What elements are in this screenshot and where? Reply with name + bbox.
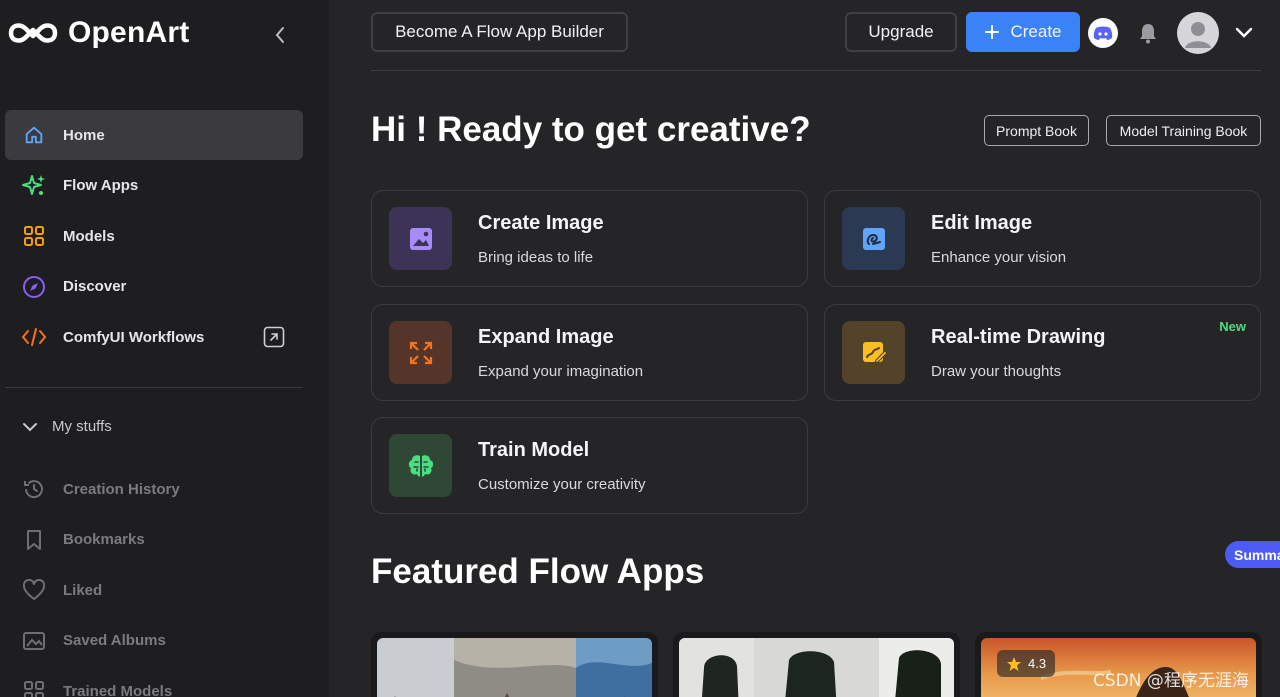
external-link-icon[interactable]: [263, 326, 285, 348]
sidebar-item-label: Liked: [63, 581, 103, 599]
header-divider: [371, 70, 1261, 71]
featured-app-card-chairs[interactable]: [673, 632, 960, 697]
user-avatar[interactable]: [1177, 12, 1219, 54]
plus-icon: [985, 25, 1000, 39]
sidebar-item-label: Flow Apps: [63, 177, 139, 194]
drawing-icon: [842, 321, 905, 384]
my-stuffs-toggle[interactable]: My stuffs: [22, 418, 112, 435]
card-description: Expand your imagination: [478, 363, 644, 380]
history-icon: [21, 476, 47, 502]
create-button[interactable]: Create: [966, 12, 1080, 52]
featured-app-card-houses[interactable]: [371, 632, 658, 697]
chevron-down-icon: [1235, 27, 1253, 38]
card-title: Real-time Drawing: [931, 326, 1106, 348]
watermark: CSDN @程序无涯海: [1093, 671, 1249, 691]
card-title: Edit Image: [931, 212, 1033, 234]
sidebar-item-label: ComfyUI Workflows: [63, 328, 205, 346]
chevron-down-icon: [23, 422, 37, 431]
sidebar-item-flow-apps[interactable]: Flow Apps: [5, 161, 303, 211]
page-title: Hi ! Ready to get creative?: [371, 110, 811, 149]
star-icon: [1007, 656, 1021, 671]
become-builder-button[interactable]: Become A Flow App Builder: [371, 12, 628, 52]
heart-icon: [21, 577, 47, 603]
sidebar-item-saved-albums[interactable]: Saved Albums: [5, 616, 303, 667]
bell-icon: [1140, 24, 1156, 44]
image-icon: [389, 207, 452, 270]
code-icon: [21, 324, 47, 350]
edit-image-icon: [842, 207, 905, 270]
sidebar-nav: Home Flow Apps Models Discover ComfyUI W…: [5, 110, 303, 363]
sidebar-item-comfyui-workflows[interactable]: ComfyUI Workflows: [5, 312, 303, 362]
card-description: Bring ideas to life: [478, 249, 594, 266]
card-title: Expand Image: [478, 326, 614, 348]
sidebar-item-label: Discover: [63, 278, 127, 295]
rating-value: 4.3: [1028, 656, 1047, 671]
sidebar-item-discover[interactable]: Discover: [5, 262, 303, 312]
my-stuffs-list: Creation History Bookmarks Liked Saved A…: [5, 464, 303, 697]
card-create-image[interactable]: Create Image Bring ideas to life: [371, 190, 808, 287]
prompt-book-button[interactable]: Prompt Book: [984, 115, 1089, 146]
collapse-sidebar-button[interactable]: [268, 23, 292, 47]
new-badge: New: [1219, 319, 1246, 334]
sidebar-item-bookmarks[interactable]: Bookmarks: [5, 515, 303, 566]
sidebar: OpenArt Home Flow Apps Models Discover C…: [0, 0, 329, 697]
sidebar-item-models[interactable]: Models: [5, 211, 303, 261]
card-description: Draw your thoughts: [931, 363, 1062, 380]
rating-badge: 4.3: [997, 650, 1056, 677]
section-title-featured-flow-apps: Featured Flow Apps: [371, 552, 705, 591]
compass-icon: [21, 274, 47, 300]
card-edit-image[interactable]: Edit Image Enhance your vision: [824, 190, 1261, 287]
sidebar-item-label: Creation History: [63, 480, 180, 498]
sidebar-item-label: Trained Models: [63, 682, 173, 697]
discord-button[interactable]: [1088, 18, 1118, 48]
account-menu-toggle[interactable]: [1234, 23, 1254, 43]
trained-models-icon: [21, 678, 47, 697]
card-expand-image[interactable]: Expand Image Expand your imagination: [371, 304, 808, 401]
card-description: Customize your creativity: [478, 476, 646, 493]
app-thumbnail-chairs: [679, 638, 954, 697]
sidebar-item-liked[interactable]: Liked: [5, 565, 303, 616]
card-train-model[interactable]: Train Model Customize your creativity: [371, 417, 808, 514]
discord-icon: [1093, 26, 1113, 40]
card-description: Enhance your vision: [931, 249, 1067, 266]
create-label: Create: [1010, 22, 1062, 41]
grid-icon: [21, 223, 47, 249]
expand-icon: [389, 321, 452, 384]
brain-icon: [389, 434, 452, 497]
sidebar-item-label: Models: [63, 227, 115, 245]
upgrade-button[interactable]: Upgrade: [845, 12, 957, 52]
app-thumbnail-houses: [377, 638, 652, 697]
brand-logo[interactable]: OpenArt: [8, 16, 189, 50]
sidebar-item-label: Home: [63, 126, 105, 144]
model-training-book-button[interactable]: Model Training Book: [1106, 115, 1261, 146]
card-title: Train Model: [478, 439, 590, 461]
sidebar-item-label: Bookmarks: [63, 531, 145, 549]
my-stuffs-label: My stuffs: [52, 418, 112, 435]
sidebar-item-home[interactable]: Home: [5, 110, 303, 160]
sidebar-item-trained-models[interactable]: Trained Models: [5, 666, 303, 697]
summary-tag[interactable]: Summa: [1225, 541, 1280, 568]
bookmark-icon: [21, 527, 47, 553]
card-realtime-drawing[interactable]: Real-time Drawing Draw your thoughts New: [824, 304, 1261, 401]
sidebar-item-creation-history[interactable]: Creation History: [5, 464, 303, 515]
sparkle-icon: [21, 173, 47, 199]
album-icon: [21, 628, 47, 654]
home-icon: [21, 122, 47, 148]
user-icon: [1185, 22, 1211, 48]
sidebar-item-label: Saved Albums: [63, 632, 166, 650]
card-title: Create Image: [478, 212, 604, 234]
brand-name: OpenArt: [68, 16, 190, 49]
notifications-button[interactable]: [1136, 21, 1160, 45]
openart-logo-icon: [8, 23, 58, 43]
sidebar-divider: [5, 387, 303, 388]
chevron-left-icon: [275, 27, 284, 43]
